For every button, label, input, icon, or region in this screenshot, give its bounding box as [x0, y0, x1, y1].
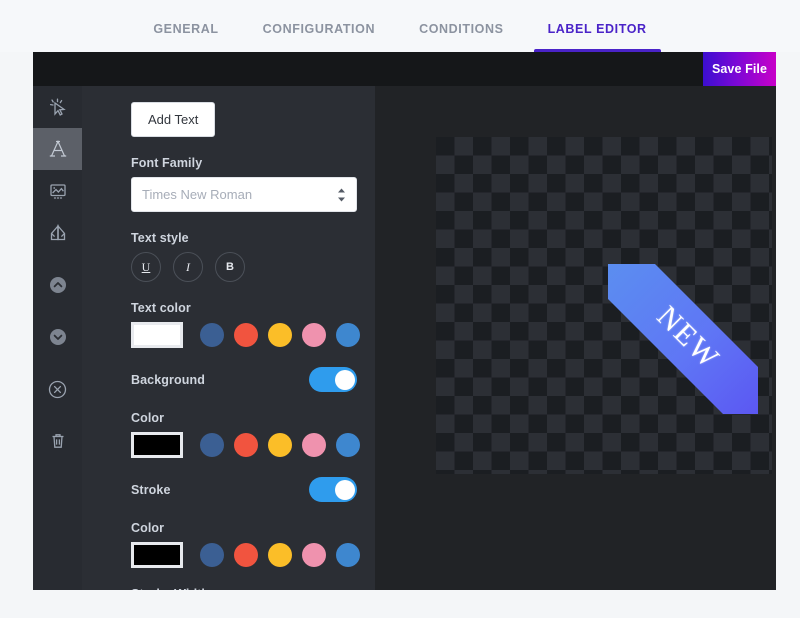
background-label: Background [131, 372, 205, 387]
transparency-checkerboard[interactable]: NEW [436, 137, 772, 474]
text-color-swatch-4[interactable] [302, 323, 326, 347]
image-icon [48, 181, 68, 201]
text-a-icon [47, 138, 69, 160]
text-color-current[interactable] [131, 322, 183, 348]
tab-configuration[interactable]: CONFIGURATION [241, 0, 397, 52]
rail-item-move-down[interactable] [33, 316, 82, 358]
add-text-button[interactable]: Add Text [131, 102, 216, 137]
tool-rail [33, 86, 82, 590]
text-color-swatches [131, 322, 375, 348]
editor-toolbar: Save File [33, 52, 776, 86]
text-color-label: Text color [131, 301, 191, 315]
text-color-swatch-3[interactable] [268, 323, 292, 347]
background-color-current[interactable] [131, 432, 183, 458]
stroke-color-current[interactable] [131, 542, 183, 568]
rail-item-cursor-select[interactable] [33, 86, 82, 128]
stroke-color-swatch-1[interactable] [200, 543, 224, 567]
text-color-swatch-5[interactable] [336, 323, 360, 347]
background-color-swatches [131, 432, 375, 458]
stroke-color-swatches [131, 542, 375, 568]
rail-item-remove[interactable] [33, 368, 82, 410]
stroke-toggle[interactable] [309, 477, 357, 502]
canvas-area[interactable]: NEW [375, 86, 776, 590]
background-color-swatch-3[interactable] [268, 433, 292, 457]
bold-button[interactable]: B [215, 252, 245, 282]
background-color-swatch-5[interactable] [336, 433, 360, 457]
tab-label-editor-label: LABEL EDITOR [547, 22, 647, 36]
background-color-swatch-4[interactable] [302, 433, 326, 457]
ribbon-label: NEW [650, 299, 727, 376]
ribbon-object[interactable]: NEW [608, 264, 758, 414]
font-family-select[interactable]: Times New Roman [131, 177, 357, 212]
stroke-color-swatch-4[interactable] [302, 543, 326, 567]
background-toggle[interactable] [309, 367, 357, 392]
tab-conditions-label: CONDITIONS [419, 22, 504, 36]
stroke-color-swatch-2[interactable] [234, 543, 258, 567]
background-color-swatch-2[interactable] [234, 433, 258, 457]
text-color-swatch-2[interactable] [234, 323, 258, 347]
rail-item-text[interactable] [33, 128, 82, 170]
rail-item-delete[interactable] [33, 420, 82, 462]
background-color-swatch-1[interactable] [200, 433, 224, 457]
background-toggle-row: Background [131, 367, 357, 392]
properties-panel: Add Text Font Family Times New Roman Tex… [82, 86, 375, 590]
tab-label-editor[interactable]: LABEL EDITOR [526, 0, 669, 52]
text-style-buttons: U I B [131, 252, 375, 282]
trash-icon [48, 431, 68, 451]
font-family-value: Times New Roman [142, 187, 253, 202]
toggle-knob [334, 369, 355, 390]
cursor-select-icon [48, 97, 68, 117]
stroke-color-swatch-5[interactable] [336, 543, 360, 567]
font-family-label: Font Family [131, 156, 203, 170]
stroke-width-label: Stroke Width [131, 587, 375, 590]
stroke-label: Stroke [131, 482, 171, 497]
label-editor-window: Save File Add Text Font Family Times New… [33, 52, 776, 590]
italic-button[interactable]: I [173, 252, 203, 282]
underline-button[interactable]: U [131, 252, 161, 282]
text-color-swatch-1[interactable] [200, 323, 224, 347]
toggle-knob [334, 479, 355, 500]
rail-item-move-up[interactable] [33, 264, 82, 306]
rail-item-shape[interactable] [33, 212, 82, 254]
stroke-color-swatch-3[interactable] [268, 543, 292, 567]
tab-configuration-label: CONFIGURATION [262, 22, 376, 36]
save-file-button[interactable]: Save File [703, 52, 776, 86]
background-color-label: Color [131, 411, 165, 425]
chevron-down-circle-icon [48, 327, 68, 347]
stroke-color-label: Color [131, 521, 165, 535]
text-style-label: Text style [131, 231, 189, 245]
tab-conditions[interactable]: CONDITIONS [397, 0, 525, 52]
stepper-arrows-icon [337, 188, 346, 202]
close-circle-icon [47, 379, 68, 400]
ribbon-band: NEW [608, 264, 758, 414]
rail-item-image[interactable] [33, 170, 82, 212]
tab-general[interactable]: GENERAL [131, 0, 240, 52]
shape-icon [48, 223, 68, 243]
tab-general-label: GENERAL [153, 22, 219, 36]
stroke-toggle-row: Stroke [131, 477, 357, 502]
chevron-up-circle-icon [48, 275, 68, 295]
top-tab-bar: GENERAL CONFIGURATION CONDITIONS LABEL E… [0, 0, 800, 52]
